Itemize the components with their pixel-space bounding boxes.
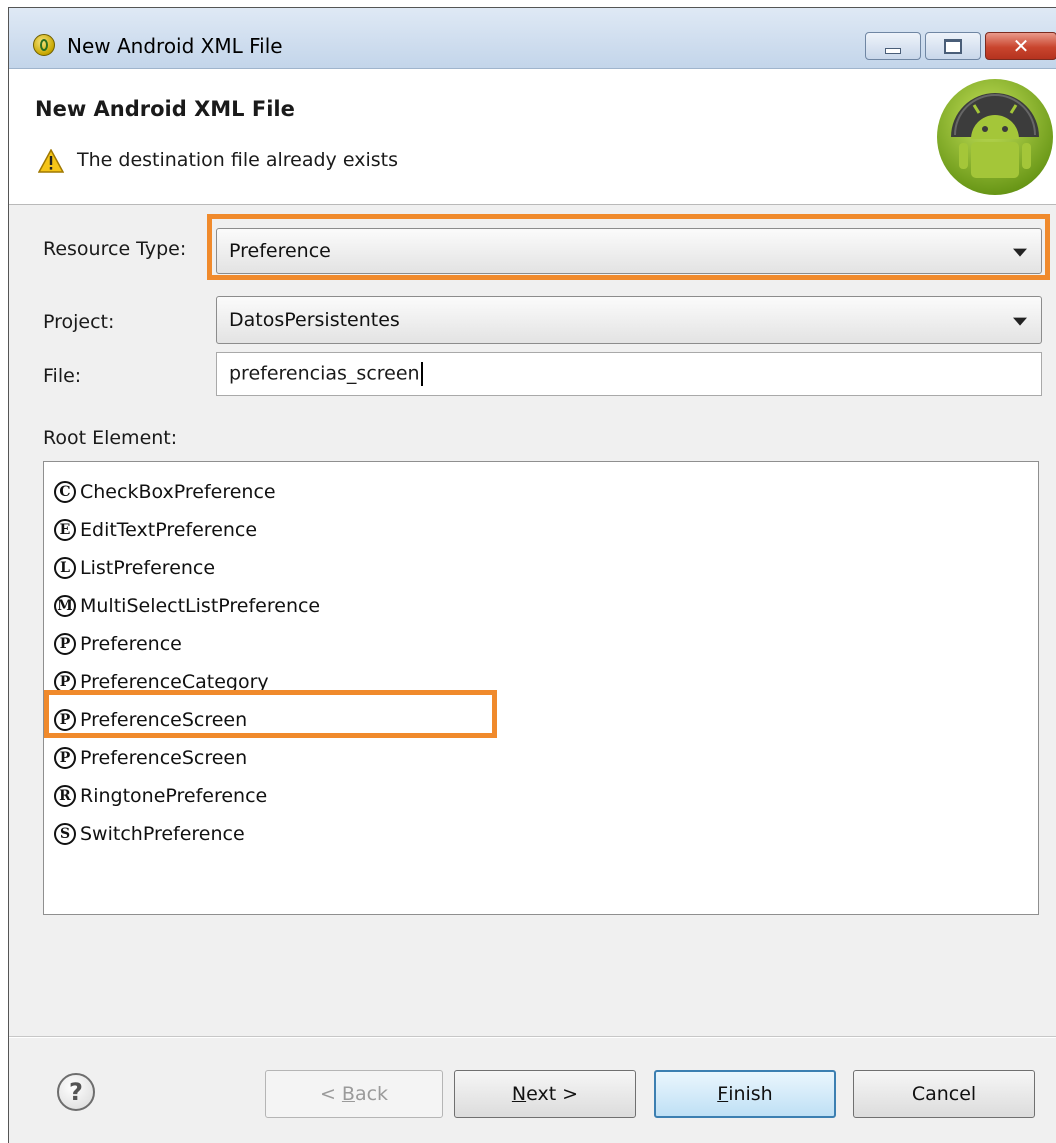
class-c-icon: C: [54, 481, 76, 503]
chevron-down-icon: [1013, 317, 1027, 326]
finish-button[interactable]: Finish: [654, 1070, 836, 1118]
class-r-icon: R: [54, 785, 76, 807]
class-m-icon: M: [54, 595, 76, 617]
next-button[interactable]: Next >: [454, 1070, 636, 1118]
back-mnemonic: B: [341, 1083, 355, 1105]
file-name-input[interactable]: preferencias_screen: [216, 352, 1042, 396]
resource-type-highlight: [207, 214, 1050, 280]
file-name-value: preferencias_screen: [229, 362, 420, 385]
maximize-icon: [944, 38, 962, 54]
file-name-text: preferencias_screen: [229, 362, 423, 386]
class-l-icon: L: [54, 557, 76, 579]
list-item-listpreference[interactable]: L ListPreference: [54, 550, 215, 586]
window-title: New Android XML File: [67, 34, 283, 58]
close-icon: ✕: [1012, 34, 1030, 58]
button-bar-separator: [9, 1036, 1056, 1038]
eclipse-app-icon: [33, 34, 55, 56]
back-button[interactable]: < Back: [265, 1070, 443, 1118]
help-icon[interactable]: ?: [57, 1073, 95, 1111]
project-label: Project:: [43, 311, 115, 333]
maximize-button[interactable]: [925, 32, 981, 60]
android-logo: [937, 79, 1053, 195]
list-item-label: PreferenceScreen: [80, 747, 248, 769]
list-item-label: ListPreference: [80, 557, 216, 579]
title-bar[interactable]: New Android XML File ✕: [9, 8, 1056, 69]
list-item-edittextpreference[interactable]: E EditTextPreference: [54, 512, 257, 548]
list-item-preference[interactable]: P Preference: [54, 626, 182, 662]
list-item-label: CheckBoxPreference: [80, 481, 276, 503]
class-s-icon: S: [54, 823, 76, 845]
wizard-banner: New Android XML File The destination fil…: [9, 69, 1056, 205]
list-item-ringtonepreference[interactable]: R RingtonePreference: [54, 778, 267, 814]
list-item-label: RingtonePreference: [80, 785, 268, 807]
class-p-icon: P: [54, 633, 76, 655]
list-item-label: Preference: [80, 633, 182, 655]
class-p-icon: P: [54, 747, 76, 769]
list-item-switchpreference[interactable]: S SwitchPreference: [54, 816, 245, 852]
root-element-list[interactable]: C CheckBoxPreference E EditTextPreferenc…: [43, 461, 1039, 915]
minimize-button[interactable]: [865, 32, 921, 60]
class-e-icon: E: [54, 519, 76, 541]
new-android-xml-file-dialog: New Android XML File ✕ New Android XML F…: [8, 7, 1056, 1143]
list-item-checkboxpreference[interactable]: C CheckBoxPreference: [54, 474, 276, 510]
minimize-icon: [885, 48, 901, 54]
next-mnemonic: N: [511, 1083, 527, 1105]
close-button[interactable]: ✕: [985, 32, 1056, 60]
list-item-label: SwitchPreference: [80, 823, 245, 845]
project-value: DatosPersistentes: [229, 309, 400, 331]
warning-message: The destination file already exists: [77, 149, 398, 171]
root-element-label: Root Element:: [43, 427, 178, 449]
finish-mnemonic: F: [717, 1083, 729, 1105]
list-item-label: MultiSelectListPreference: [80, 595, 321, 617]
cancel-button[interactable]: Cancel: [853, 1070, 1035, 1118]
next-label: ext >: [526, 1083, 579, 1105]
wizard-title: New Android XML File: [35, 97, 295, 121]
file-label: File:: [43, 365, 82, 387]
finish-label: inish: [728, 1083, 773, 1105]
selected-item-highlight: [44, 690, 497, 738]
back-prefix: <: [319, 1083, 342, 1105]
warning-triangle-icon: [38, 149, 64, 173]
back-label: ack: [354, 1083, 389, 1105]
resource-type-label: Resource Type:: [43, 238, 187, 260]
text-caret: [420, 362, 423, 386]
list-item-multiselectlistpreference[interactable]: M MultiSelectListPreference: [54, 588, 320, 624]
list-item-preferencescreen[interactable]: P PreferenceScreen: [54, 740, 247, 776]
list-item-label: EditTextPreference: [80, 519, 258, 541]
project-select[interactable]: DatosPersistentes: [216, 296, 1042, 344]
